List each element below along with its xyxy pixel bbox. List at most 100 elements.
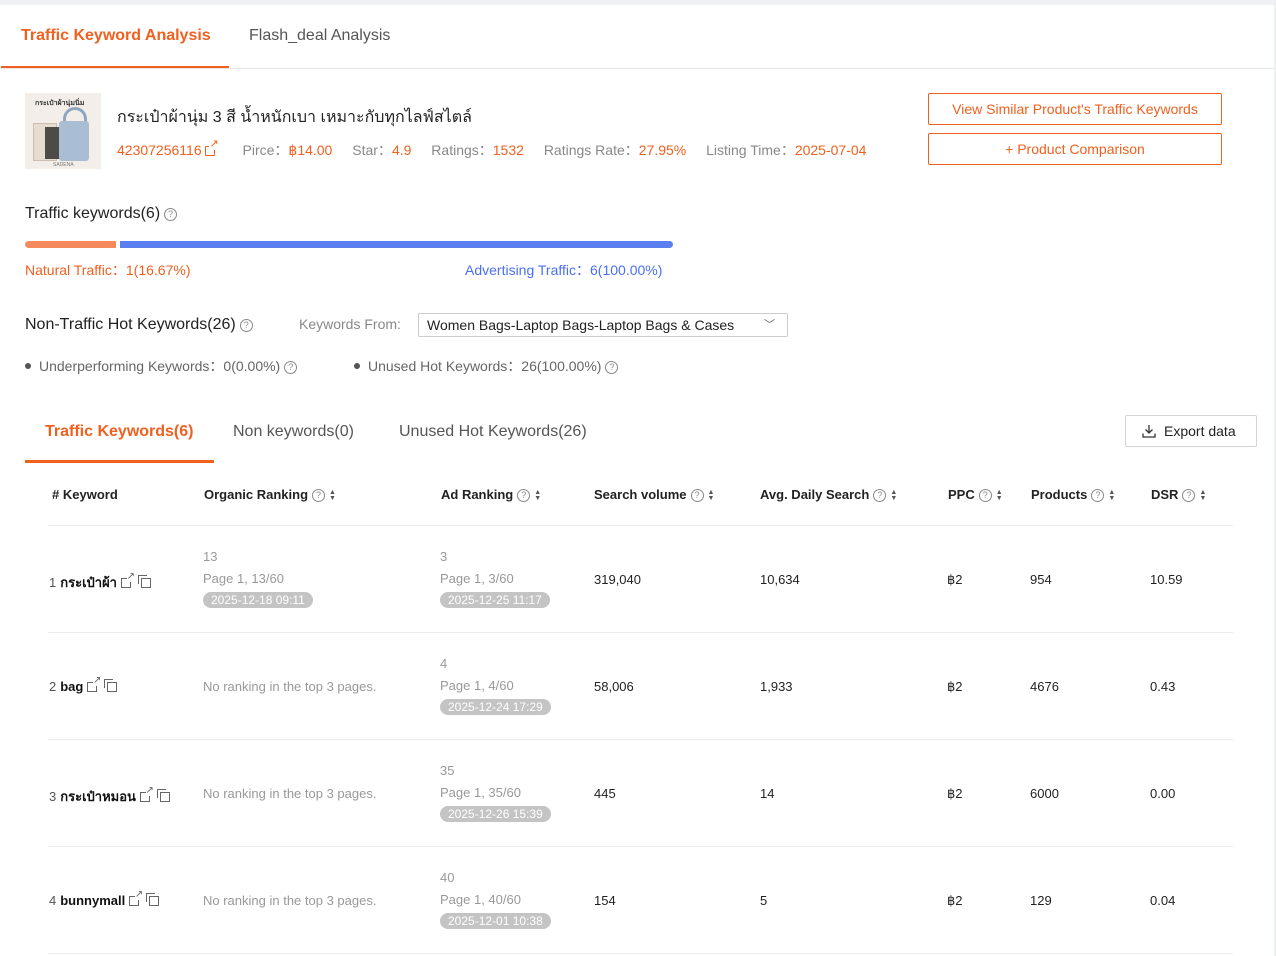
ad-date-badge: 2025-12-24 17:29: [440, 699, 551, 715]
advertising-traffic-label: Advertising Traffic：6(100.00%): [465, 262, 663, 278]
sort-icon[interactable]: ▲ ▼: [1199, 489, 1206, 502]
external-link-icon[interactable]: [87, 676, 102, 692]
dsr-cell: 0.00: [1150, 786, 1176, 801]
ppc-cell: ฿2: [947, 786, 963, 801]
help-icon[interactable]: ?: [239, 319, 253, 332]
products-cell: 954: [1030, 572, 1052, 587]
help-icon[interactable]: ?: [284, 361, 298, 374]
avg-daily-search-cell: 5: [760, 893, 768, 908]
external-link-icon[interactable]: [139, 786, 154, 802]
sort-icon[interactable]: ▲ ▼: [708, 489, 715, 502]
organic-ranking-cell: No ranking in the top 3 pages.: [203, 893, 377, 908]
listing-time-value: 2025-07-04: [794, 142, 867, 158]
help-icon[interactable]: ?: [978, 489, 992, 502]
column-search-volume[interactable]: Search volume? ▲ ▼: [594, 487, 714, 502]
row-divider: [48, 953, 1233, 954]
column-organic-ranking[interactable]: Organic Ranking? ▲ ▼: [204, 487, 336, 502]
help-icon[interactable]: ?: [1091, 489, 1105, 502]
row-divider: [48, 525, 1233, 526]
view-similar-keywords-button[interactable]: View Similar Product's Traffic Keywords: [928, 93, 1222, 125]
external-link-icon[interactable]: [129, 890, 144, 906]
ad-rank: 3: [440, 549, 448, 564]
copy-icon[interactable]: [137, 575, 151, 588]
keywords-from-value: Women Bags-Laptop Bags-Laptop Bags & Cas…: [427, 317, 735, 333]
subtab-non-keywords[interactable]: Non keywords(0): [233, 423, 354, 441]
row-index: 4: [49, 893, 57, 908]
search-volume-cell: 58,006: [594, 679, 634, 694]
ratings-rate-value: 27.95%: [638, 142, 687, 158]
product-comparison-button[interactable]: + Product Comparison: [928, 133, 1222, 165]
help-icon[interactable]: ?: [605, 361, 619, 374]
keyword-text: bag: [60, 679, 84, 694]
avg-daily-search-cell: 1,933: [760, 679, 793, 694]
unused-hot-stat: Unused Hot Keywords：26(100.00%)?: [354, 356, 619, 376]
search-volume-cell: 445: [594, 786, 616, 801]
ad-rank: 4: [440, 656, 448, 671]
product-meta: 42307256116 Pirce：฿14.00 Star：4.9 Rating…: [117, 139, 882, 160]
sort-icon[interactable]: ▲ ▼: [996, 489, 1003, 502]
product-id-link[interactable]: 42307256116: [117, 139, 219, 158]
natural-traffic-label: Natural Traffic：1(16.67%): [25, 262, 191, 278]
keyword-text: bunnymall: [60, 893, 126, 908]
dsr-cell: 10.59: [1150, 572, 1183, 587]
copy-icon[interactable]: [156, 789, 170, 802]
column-dsr-label: DSR: [1151, 487, 1179, 502]
copy-icon[interactable]: [146, 893, 160, 906]
tab-flash-deal-analysis[interactable]: Flash_deal Analysis: [249, 27, 390, 45]
chevron-down-icon: ﹀: [764, 319, 775, 331]
sort-icon[interactable]: ▲ ▼: [534, 489, 541, 502]
export-data-button[interactable]: Export data: [1125, 415, 1257, 447]
search-volume-cell: 154: [594, 893, 616, 908]
external-link-icon[interactable]: [120, 572, 135, 588]
product-title: กระเป๋าผ้านุ่ม 3 สี น้ำหนักเบา เหมาะกับท…: [117, 109, 472, 126]
dsr-cell: 0.04: [1150, 893, 1176, 908]
help-icon[interactable]: ?: [873, 489, 887, 502]
bag-image-blue: [59, 121, 89, 161]
column-ppc[interactable]: PPC? ▲ ▼: [948, 487, 1003, 502]
help-icon[interactable]: ?: [312, 489, 326, 502]
ppc-cell: ฿2: [947, 679, 963, 694]
help-icon[interactable]: ?: [690, 489, 704, 502]
help-icon[interactable]: ?: [164, 208, 178, 221]
row-divider: [48, 846, 1233, 847]
organic-page: Page 1, 13/60: [203, 571, 284, 586]
ad-ranking-cell: 35 Page 1, 35/60 2025-12-26 15:39: [440, 763, 551, 822]
top-tab-bar: Traffic Keyword Analysis Flash_deal Anal…: [0, 5, 1274, 69]
non-traffic-title: Non-Traffic Hot Keywords(26): [25, 316, 236, 333]
keywords-from-label: Keywords From:: [299, 316, 401, 332]
help-icon[interactable]: ?: [517, 489, 531, 502]
keyword-cell: 3 กระเป๋าหมอน: [49, 786, 170, 807]
organic-ranking-cell: 13 Page 1, 13/60 2025-12-18 09:11: [203, 549, 313, 608]
help-icon[interactable]: ?: [1182, 489, 1196, 502]
ad-page: Page 1, 3/60: [440, 571, 514, 586]
copy-icon[interactable]: [104, 679, 118, 692]
product-thumbnail[interactable]: กระเป๋าผ้านุ่มนิ่ม SADENA: [25, 93, 101, 169]
product-id: 42307256116: [117, 142, 202, 158]
subtab-traffic-keywords[interactable]: Traffic Keywords(6): [45, 423, 193, 441]
keyword-cell: 1 กระเป๋าผ้า: [49, 572, 151, 593]
products-cell: 129: [1030, 893, 1052, 908]
subtab-unused-hot-keywords[interactable]: Unused Hot Keywords(26): [399, 423, 587, 441]
sort-icon[interactable]: ▲ ▼: [1108, 489, 1115, 502]
column-products[interactable]: Products? ▲ ▼: [1031, 487, 1115, 502]
column-dsr[interactable]: DSR? ▲ ▼: [1151, 487, 1206, 502]
column-ppc-label: PPC: [948, 487, 975, 502]
keywords-from-select[interactable]: Women Bags-Laptop Bags-Laptop Bags & Cas…: [418, 313, 788, 337]
ad-ranking-cell: 4 Page 1, 4/60 2025-12-24 17:29: [440, 656, 551, 715]
ad-page: Page 1, 35/60: [440, 785, 521, 800]
traffic-keywords-title: Traffic keywords(6): [25, 205, 161, 222]
row-divider: [48, 739, 1233, 740]
sort-icon[interactable]: ▲ ▼: [890, 489, 897, 502]
star-label: Star：: [352, 142, 392, 158]
column-avg-daily-search[interactable]: Avg. Daily Search? ▲ ▼: [760, 487, 897, 502]
dsr-cell: 0.43: [1150, 679, 1176, 694]
sort-icon[interactable]: ▲ ▼: [329, 489, 336, 502]
column-ad-label: Ad Ranking: [441, 487, 514, 502]
ratings-label: Ratings：: [431, 142, 493, 158]
ad-ranking-cell: 3 Page 1, 3/60 2025-12-25 11:17: [440, 549, 550, 608]
ppc-cell: ฿2: [947, 572, 963, 587]
organic-ranking-cell: No ranking in the top 3 pages.: [203, 679, 377, 694]
column-ad-ranking[interactable]: Ad Ranking? ▲ ▼: [441, 487, 541, 502]
tab-traffic-keyword-analysis[interactable]: Traffic Keyword Analysis: [21, 27, 211, 45]
underperforming-label: Underperforming Keywords：0(0.00%): [39, 358, 281, 374]
